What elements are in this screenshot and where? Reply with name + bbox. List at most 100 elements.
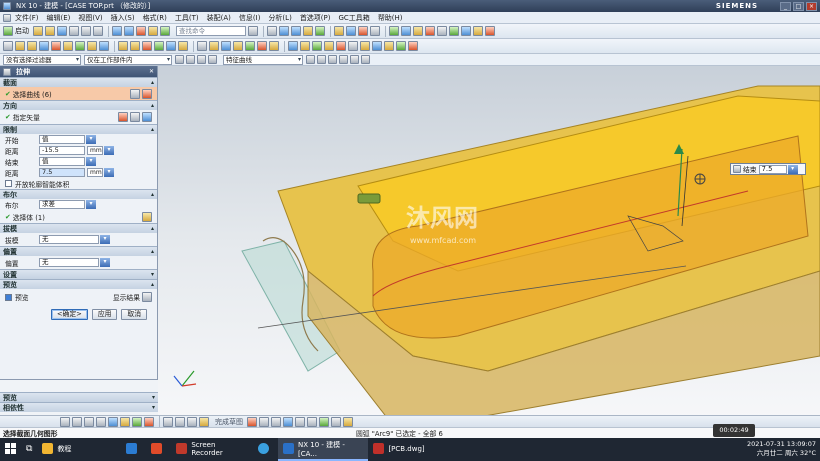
menu-file[interactable]: 文件(F) — [15, 13, 39, 23]
extrude-tool-icon[interactable] — [15, 41, 25, 51]
edge-display-icon[interactable] — [315, 26, 325, 36]
show-result-icon[interactable] — [142, 292, 152, 302]
start-button[interactable]: 启动 — [15, 26, 29, 36]
float-end-value[interactable]: 7.5 — [758, 164, 787, 174]
dropdown-icon[interactable]: ▾ — [86, 135, 96, 144]
sketch-circle-icon[interactable] — [84, 416, 94, 427]
expand-icon[interactable]: ▾ — [151, 271, 154, 278]
polygon-tool-icon[interactable] — [283, 416, 293, 427]
menu-edit[interactable]: 编辑(E) — [47, 13, 71, 23]
menu-analysis[interactable]: 分析(L) — [268, 13, 291, 23]
arc-icon[interactable] — [372, 41, 382, 51]
menu-information[interactable]: 信息(I) — [239, 13, 261, 23]
split-body-icon[interactable] — [209, 41, 219, 51]
part-icon[interactable] — [425, 26, 435, 36]
deselect-icon[interactable] — [208, 55, 217, 64]
menu-assembly[interactable]: 装配(A) — [207, 13, 231, 23]
sketch-arc-icon[interactable] — [72, 416, 82, 427]
replace-face-icon[interactable] — [269, 41, 279, 51]
curve-dropdown-icon[interactable] — [343, 416, 353, 427]
cut-icon[interactable] — [69, 26, 79, 36]
dropdown-icon[interactable]: ▾ — [86, 200, 96, 209]
delete-icon[interactable] — [136, 26, 146, 36]
taskbar-item-browser[interactable] — [253, 438, 278, 461]
trim-body-icon[interactable] — [197, 41, 207, 51]
shell-icon[interactable] — [142, 41, 152, 51]
boolean-select[interactable]: 求差 — [39, 200, 85, 209]
collapse-icon[interactable]: ▴ — [151, 102, 154, 109]
filter-icon[interactable] — [175, 55, 184, 64]
window-icon[interactable] — [160, 26, 170, 36]
dropdown-icon[interactable]: ▾ — [104, 146, 114, 155]
finish-sketch-label[interactable]: 完成草图 — [215, 417, 243, 427]
direction-header[interactable]: 方向 ▴ — [0, 100, 157, 110]
select-all-icon[interactable] — [197, 55, 206, 64]
endpoint-snap-icon[interactable] — [328, 55, 337, 64]
mirror-icon[interactable] — [178, 41, 188, 51]
draft-select[interactable]: 无 — [39, 235, 99, 244]
maximize-button[interactable]: □ — [793, 1, 804, 11]
menu-gc-toolbox[interactable]: GC工具箱 — [339, 13, 370, 23]
stop-at-intersection-icon[interactable] — [306, 55, 315, 64]
spline-tool-icon[interactable] — [319, 416, 329, 427]
boolean-header[interactable]: 布尔 ▴ — [0, 189, 157, 199]
menu-format[interactable]: 格式(R) — [143, 13, 167, 23]
start-distance-input[interactable]: -15.5 — [39, 146, 85, 155]
dropdown-icon[interactable]: ▾ — [86, 157, 96, 166]
move-face-icon[interactable] — [257, 41, 267, 51]
system-clock[interactable]: 2021-07-31 13:09:07 六月廿二 周六 32°C — [747, 440, 816, 458]
minimize-button[interactable]: _ — [780, 1, 791, 11]
new-file-icon[interactable] — [33, 26, 43, 36]
mirror-curve-icon[interactable] — [187, 416, 197, 427]
curve-section-icon[interactable] — [142, 88, 152, 99]
snap-icon[interactable] — [186, 55, 195, 64]
assembly-icon[interactable] — [413, 26, 423, 36]
layer-icon[interactable] — [334, 26, 344, 36]
command-search-input[interactable]: 查找命令 — [176, 26, 246, 36]
follow-fillet-icon[interactable] — [317, 55, 326, 64]
center-snap-icon[interactable] — [350, 55, 359, 64]
fit-view-icon[interactable] — [267, 26, 277, 36]
body-select-icon[interactable] — [142, 211, 152, 222]
dependency-panel-header[interactable]: 相依性 ▾ — [0, 402, 158, 412]
type-filter-select[interactable]: 没有选择过滤器 — [3, 54, 81, 65]
menu-view[interactable]: 视图(V) — [78, 13, 102, 23]
grid-icon[interactable] — [370, 26, 380, 36]
preview-checkbox[interactable] — [5, 293, 12, 301]
redo-icon[interactable] — [124, 26, 134, 36]
swept-icon[interactable] — [312, 41, 322, 51]
rectangle-tool-icon[interactable] — [271, 416, 281, 427]
save-icon[interactable] — [57, 26, 67, 36]
hole-tool-icon[interactable] — [51, 41, 61, 51]
reverse-direction-icon[interactable] — [118, 112, 128, 122]
start-type-select[interactable]: 值 — [39, 135, 85, 144]
dialog-close-icon[interactable]: ✕ — [149, 68, 154, 75]
copy-icon[interactable] — [81, 26, 91, 36]
section-header[interactable]: 截面 ▴ — [0, 77, 157, 87]
sketch-icon[interactable] — [437, 26, 447, 36]
point-tool-icon[interactable] — [307, 416, 317, 427]
curve-rule-select[interactable]: 特征曲线 — [223, 54, 303, 65]
end-distance-floating-input[interactable]: 结束 7.5 ▾ — [730, 163, 806, 175]
open-profile-checkbox[interactable] — [5, 180, 12, 187]
datum-plane-icon[interactable] — [39, 41, 49, 51]
sketch-tool-icon[interactable] — [3, 41, 13, 51]
offset-curve-icon[interactable] — [408, 41, 418, 51]
float-dropdown-icon[interactable]: ▾ — [787, 164, 798, 174]
line-icon[interactable] — [360, 41, 370, 51]
curve-tool-icon[interactable] — [247, 416, 257, 427]
project-curve-icon[interactable] — [396, 41, 406, 51]
taskbar-item-app1[interactable] — [121, 438, 146, 461]
collapse-icon[interactable]: ▴ — [151, 79, 154, 86]
vector-dialog-icon[interactable] — [130, 112, 140, 122]
settings-header[interactable]: 设置 ▾ — [0, 269, 157, 279]
dropdown-icon[interactable]: ▾ — [100, 235, 110, 244]
taskbar-item-nx[interactable]: NX 10 - 建模 - [CA... — [278, 438, 369, 461]
task-view-button[interactable]: ⧉ — [21, 438, 37, 461]
sketch-rect-icon[interactable] — [96, 416, 106, 427]
subtract-icon[interactable] — [87, 41, 97, 51]
surface-icon[interactable] — [288, 41, 298, 51]
vector-inference-icon[interactable] — [142, 112, 152, 122]
open-profile-row[interactable]: 开放轮廓智能体积 — [0, 178, 157, 189]
clip-section-icon[interactable] — [358, 26, 368, 36]
